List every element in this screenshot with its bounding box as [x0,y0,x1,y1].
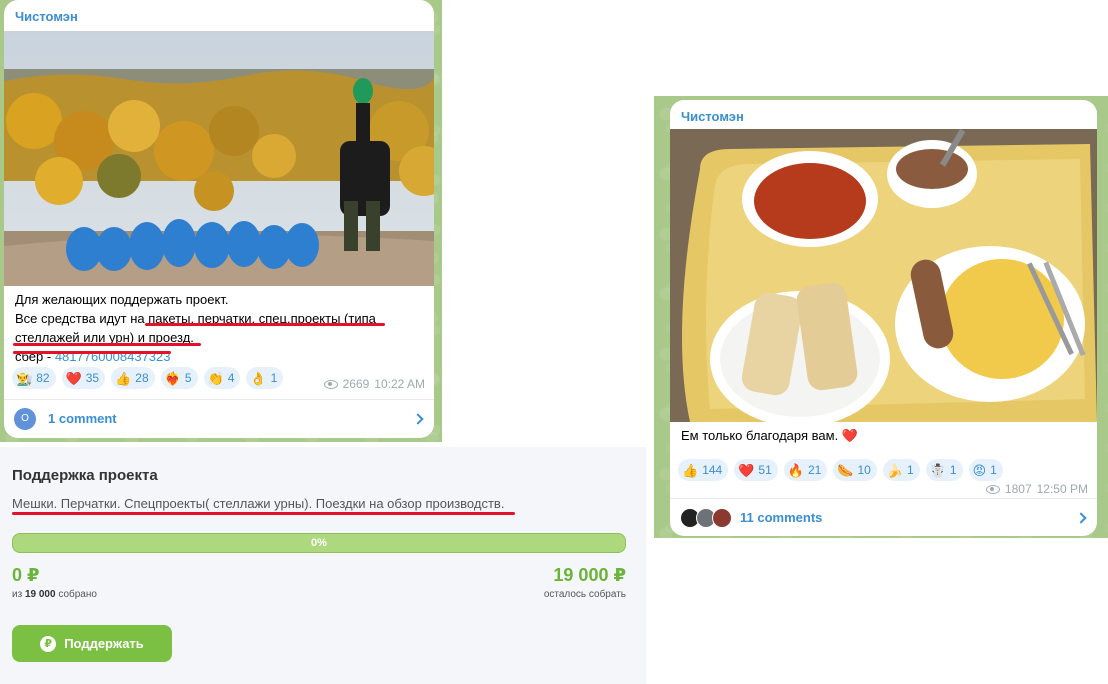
reaction-banana[interactable]: 🍌 1 [882,459,920,481]
reaction-count: 1 [949,463,957,477]
post-meta: 1807 12:50 PM [985,482,1088,496]
reaction-heart-on-fire[interactable]: ❤️‍🔥 5 [160,367,198,389]
reaction-count: 1 [907,463,914,477]
snowman-icon: ☃️ [929,462,946,478]
heart-icon: ❤️ [738,462,755,478]
farmer-icon: 👨‍🌾 [16,370,33,386]
goal-amount: 19 000 [24,589,56,600]
reaction-heart[interactable]: ❤️ 51 [734,459,778,481]
commenter-avatars [680,507,732,528]
support-button[interactable]: ₽ Поддержать [12,625,172,662]
view-count: 2669 [342,377,370,391]
reaction-hotdog[interactable]: 🌭 10 [833,459,877,481]
reaction-count: 10 [857,463,871,477]
post-meta: 2669 10:22 AM [323,377,425,391]
channel-name[interactable]: Чистомэн [15,9,78,24]
collected-amount: 0 ₽ [12,565,40,585]
hotdog-icon: 🌭 [837,462,854,478]
red-underline [13,351,171,354]
progress-label: 0% [311,537,327,549]
banana-icon: 🍌 [886,462,904,478]
thumbs-up-icon: 👍 [115,370,132,386]
red-underline [13,343,201,346]
reaction-count: 4 [227,371,235,385]
eye-icon [323,379,338,389]
channel-post-2: Чистомэн Ем только благодаря вам. ❤️ 👍 14… [670,100,1097,536]
reaction-count: 82 [36,371,50,385]
post-photo-food-tray[interactable] [670,129,1097,422]
comments-link[interactable]: 11 comments [670,498,1097,536]
avatar [712,507,732,528]
reaction-farmer[interactable]: 👨‍🌾 82 [12,367,56,389]
post-text: Для желающих поддержать проект. Все сред… [15,290,425,366]
red-underline [145,323,385,326]
channel-post-1: Чистомэн Для желающих поддержать проект.… [4,0,434,438]
reaction-thumbs-up[interactable]: 👍 28 [111,367,155,389]
reactions-bar: 👨‍🌾 82 ❤️ 35 👍 28 ❤️‍🔥 5 👏 4 👌 1 [12,367,284,389]
ok-hand-icon: 👌 [250,370,267,386]
collected-caption: из 19 000 собрано [12,589,97,600]
comments-count: 11 comments [740,510,823,525]
channel-name[interactable]: Чистомэн [681,109,744,124]
reaction-count: 28 [135,371,149,385]
reaction-count: 21 [807,463,822,477]
angry-face-icon: 😡 [972,462,987,478]
commenter-avatar: O [14,407,36,430]
reaction-count: 1 [270,371,278,385]
comments-count: 1 comment [48,411,117,426]
reaction-thumbs-up[interactable]: 👍 144 [678,459,729,481]
reaction-count: 35 [85,371,100,385]
progress-bar: 0% [12,533,626,553]
ruble-icon: ₽ [40,635,57,652]
reaction-count: 144 [702,463,723,477]
reaction-heart[interactable]: ❤️ 35 [61,367,106,389]
clap-icon: 👏 [207,370,224,386]
remaining-caption: осталось собрать [543,589,626,600]
reaction-snowman[interactable]: ☃️ 1 [925,459,963,481]
collected-prefix: из [12,589,25,600]
reaction-ok-hand[interactable]: 👌 1 [246,367,284,389]
donation-description: Мешки. Перчатки. Спецпроекты( стеллажи у… [12,496,505,511]
remaining-amount: 19 000 ₽ [553,565,626,585]
reaction-angry[interactable]: 😡 1 [968,459,1003,481]
thumbs-up-icon: 👍 [682,462,699,478]
eye-icon [985,484,1000,494]
fire-icon: 🔥 [787,462,804,478]
reaction-count: 5 [184,371,192,385]
donation-title: Поддержка проекта [12,467,158,484]
post-photo-autumn-forest[interactable] [4,31,434,286]
post-text: Ем только благодаря вам. ❤️ [681,428,858,443]
reactions-bar: 👍 144 ❤️ 51 🔥 21 🌭 10 🍌 1 ☃️ 1 😡 1 [678,459,1003,481]
red-underline [12,512,515,515]
chevron-right-icon [412,412,424,425]
reaction-count: 1 [990,463,997,477]
collected-suffix: собрано [55,589,97,600]
post-time: 12:50 PM [1036,482,1088,496]
chevron-right-icon [1075,511,1087,524]
view-count: 1807 [1004,482,1032,496]
reaction-count: 51 [758,463,772,477]
heart-icon: ❤️ [65,370,82,386]
reaction-fire[interactable]: 🔥 21 [783,459,828,481]
heart-on-fire-icon: ❤️‍🔥 [164,370,181,386]
reaction-clap[interactable]: 👏 4 [203,367,241,389]
comments-link[interactable]: O 1 comment [4,399,434,437]
post-text-line-1: Для желающих поддержать проект. [15,292,229,307]
post-text-line-4: сбер - 4817760008437323 [15,347,425,366]
post-time: 10:22 AM [374,377,425,391]
donation-panel: Поддержка проекта Мешки. Перчатки. Спецп… [0,447,646,684]
support-button-label: Поддержать [64,636,144,651]
